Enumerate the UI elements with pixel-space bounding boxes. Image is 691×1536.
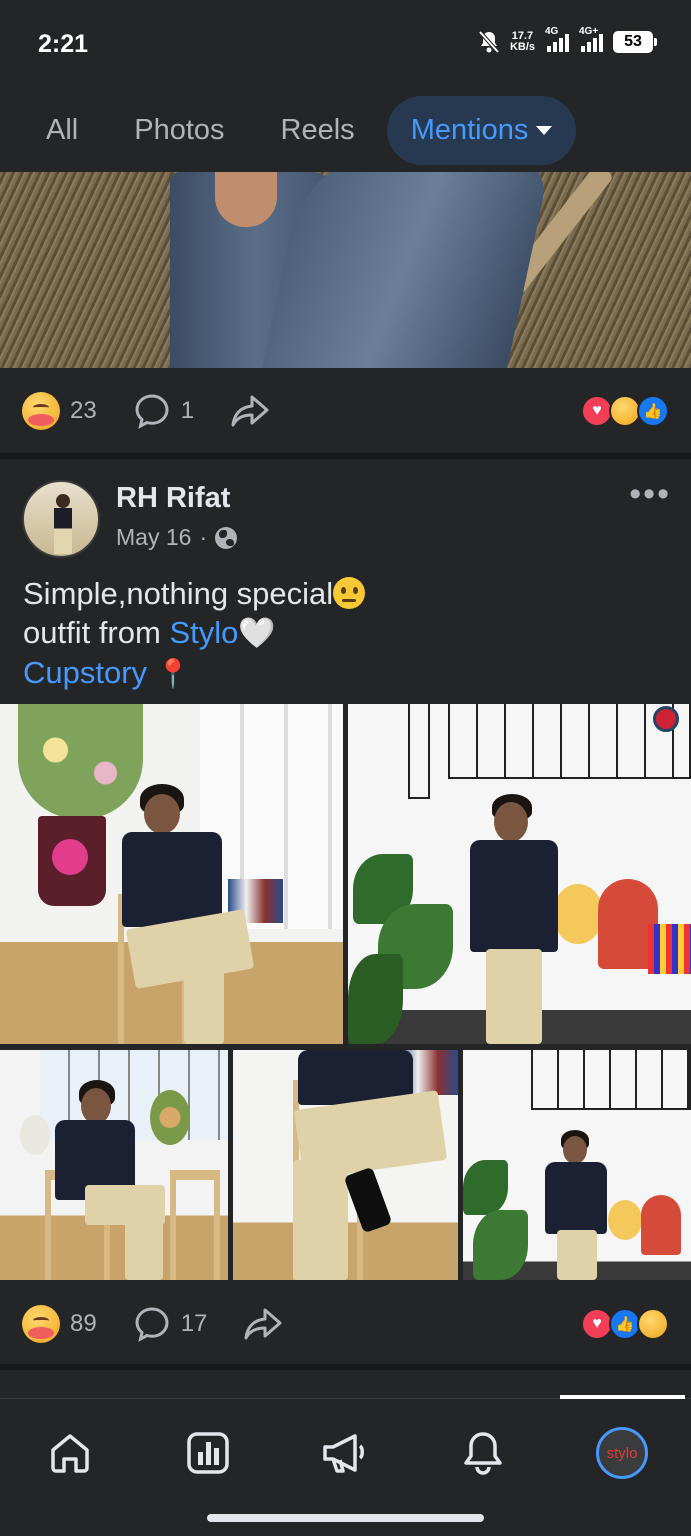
reaction-count: 89 bbox=[70, 1310, 97, 1337]
nav-dashboard[interactable] bbox=[178, 1423, 238, 1483]
comment-button[interactable]: 17 bbox=[133, 1305, 208, 1343]
post-date[interactable]: May 16 bbox=[116, 524, 191, 551]
post-meta: May 16 · bbox=[116, 524, 238, 551]
reaction-summary[interactable]: ♥ 👍 bbox=[581, 1308, 669, 1340]
caption-line-1: Simple,nothing special bbox=[23, 576, 334, 611]
react-button[interactable]: 23 bbox=[22, 392, 97, 430]
post-author[interactable]: RH Rifat bbox=[116, 482, 230, 515]
nav-profile[interactable]: stylo bbox=[592, 1423, 652, 1483]
grid-photo-5[interactable] bbox=[463, 1050, 691, 1280]
care-reaction-icon bbox=[22, 392, 60, 430]
caption-line-2: outfit from bbox=[23, 615, 170, 650]
tag-cupstory[interactable]: Cupstory bbox=[23, 655, 147, 690]
profile-avatar: stylo bbox=[596, 1427, 648, 1479]
profile-label: stylo bbox=[606, 1444, 638, 1462]
care-reaction-icon bbox=[22, 1305, 60, 1343]
grid-photo-1[interactable] bbox=[0, 704, 343, 1044]
tab-mentions-label: Mentions bbox=[410, 113, 529, 146]
dashboard-icon bbox=[187, 1432, 229, 1474]
photo-grid bbox=[0, 704, 691, 1280]
signal-icon-2: 4G+ bbox=[579, 26, 603, 52]
share-icon bbox=[244, 1308, 282, 1340]
grid-photo-4[interactable] bbox=[233, 1050, 458, 1280]
post-header: RH Rifat May 16 · ••• bbox=[0, 477, 691, 560]
comment-count: 1 bbox=[180, 397, 195, 424]
comment-icon bbox=[135, 1307, 169, 1342]
battery-icon: 53 bbox=[613, 31, 657, 53]
signal-icon: 4G bbox=[545, 26, 569, 52]
pin-emoji-icon: 📍 bbox=[155, 658, 191, 689]
post-divider bbox=[0, 1364, 691, 1370]
share-button[interactable] bbox=[230, 393, 270, 429]
comment-count: 17 bbox=[180, 1310, 208, 1337]
previous-post-actions: 23 1 ♥ 👍 bbox=[0, 368, 691, 454]
tab-mentions[interactable]: Mentions bbox=[386, 95, 577, 165]
grid-photo-3[interactable] bbox=[0, 1050, 228, 1280]
reaction-count: 23 bbox=[70, 397, 97, 424]
filter-tabs: All Photos Reels Mentions bbox=[0, 88, 691, 172]
neutral-face-emoji-icon bbox=[333, 577, 366, 609]
post-actions: 89 17 ♥ 👍 bbox=[0, 1281, 691, 1367]
white-heart-emoji-icon: 🤍 bbox=[238, 617, 276, 650]
post-caption: Simple,nothing special outfit from Stylo… bbox=[23, 574, 663, 693]
status-bar: 2:21 17.7 KB/s 4G 4G+ 53 bbox=[0, 0, 691, 90]
bell-off-icon bbox=[478, 30, 500, 54]
meta-separator: · bbox=[199, 524, 208, 550]
globe-icon bbox=[215, 526, 238, 549]
tab-reels[interactable]: Reels bbox=[257, 96, 379, 165]
post-divider bbox=[0, 453, 691, 459]
reaction-summary[interactable]: ♥ 👍 bbox=[581, 395, 669, 427]
comment-button[interactable]: 1 bbox=[133, 392, 194, 430]
network-speed: 17.7 KB/s bbox=[509, 30, 535, 53]
chevron-down-icon bbox=[536, 125, 553, 135]
status-time: 2:21 bbox=[38, 30, 89, 58]
home-indicator[interactable] bbox=[207, 1514, 484, 1522]
home-icon bbox=[51, 1434, 89, 1473]
react-button[interactable]: 89 bbox=[22, 1305, 97, 1343]
tag-stylo[interactable]: Stylo bbox=[169, 615, 238, 650]
care-reaction-icon bbox=[637, 1308, 669, 1340]
nav-notifications[interactable] bbox=[453, 1423, 513, 1483]
tab-all[interactable]: All bbox=[22, 96, 102, 165]
previous-post-photo[interactable] bbox=[0, 172, 691, 368]
nav-home[interactable] bbox=[40, 1423, 100, 1483]
like-reaction-icon: 👍 bbox=[637, 395, 669, 427]
status-icons: 17.7 KB/s 4G 4G+ 53 bbox=[478, 26, 657, 54]
bell-icon bbox=[464, 1432, 502, 1475]
share-button[interactable] bbox=[243, 1306, 283, 1342]
grid-photo-2[interactable] bbox=[348, 704, 691, 1044]
avatar[interactable] bbox=[22, 480, 100, 558]
nav-ads[interactable] bbox=[315, 1423, 375, 1483]
comment-icon bbox=[135, 394, 169, 429]
more-options-button[interactable]: ••• bbox=[629, 477, 671, 511]
tab-photos[interactable]: Photos bbox=[110, 96, 248, 165]
active-tab-indicator bbox=[560, 1395, 685, 1399]
share-icon bbox=[231, 395, 269, 427]
megaphone-icon bbox=[323, 1434, 364, 1473]
